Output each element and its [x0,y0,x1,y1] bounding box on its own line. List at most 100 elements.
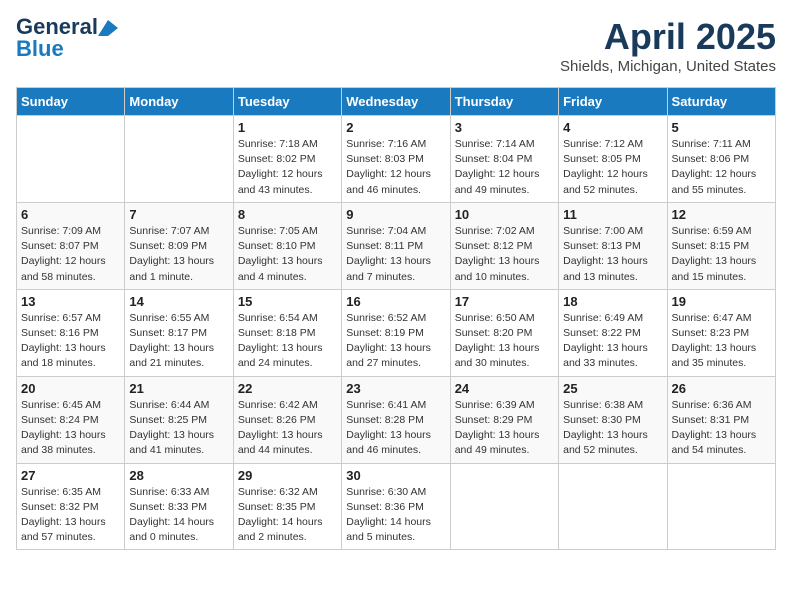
calendar-cell: 11Sunrise: 7:00 AM Sunset: 8:13 PM Dayli… [559,202,667,289]
calendar-cell: 26Sunrise: 6:36 AM Sunset: 8:31 PM Dayli… [667,376,775,463]
day-detail: Sunrise: 6:49 AM Sunset: 8:22 PM Dayligh… [563,312,648,370]
calendar-cell [559,463,667,550]
day-number: 6 [21,207,120,222]
day-of-week-tuesday: Tuesday [233,88,341,116]
calendar-week-2: 6 Sunrise: 7:09 AM Sunset: 8:07 PM Daylig… [17,202,776,289]
day-number: 3 [455,120,554,135]
day-number: 16 [346,294,445,309]
day-detail: Sunrise: 6:39 AM Sunset: 8:29 PM Dayligh… [455,399,540,457]
day-number: 15 [238,294,337,309]
day-detail: Sunrise: 6:59 AM Sunset: 8:15 PM Dayligh… [672,225,757,283]
calendar-cell: 12 Sunrise: 6:59 AM Sunset: 8:15 PM Dayli… [667,202,775,289]
title-block: April 2025 Shields, Michigan, United Sta… [560,16,776,75]
day-number: 1 [238,120,337,135]
calendar-cell: 17 Sunrise: 6:50 AM Sunset: 8:20 PM Dayli… [450,289,558,376]
calendar-cell: 28Sunrise: 6:33 AM Sunset: 8:33 PM Dayli… [125,463,233,550]
location-subtitle: Shields, Michigan, United States [560,58,776,75]
day-number: 9 [346,207,445,222]
day-number: 28 [129,468,228,483]
calendar-table: SundayMondayTuesdayWednesdayThursdayFrid… [16,87,776,550]
calendar-cell [125,116,233,203]
calendar-cell: 24 Sunrise: 6:39 AM Sunset: 8:29 PM Dayli… [450,376,558,463]
logo-icon [98,20,118,36]
calendar-cell: 15 Sunrise: 6:54 AM Sunset: 8:18 PM Dayli… [233,289,341,376]
day-number: 30 [346,468,445,483]
day-number: 2 [346,120,445,135]
day-detail: Sunrise: 6:47 AM Sunset: 8:23 PM Dayligh… [672,312,757,370]
day-detail: Sunrise: 6:54 AM Sunset: 8:18 PM Dayligh… [238,312,323,370]
calendar-cell: 29Sunrise: 6:32 AM Sunset: 8:35 PM Dayli… [233,463,341,550]
day-detail: Sunrise: 7:02 AM Sunset: 8:12 PM Dayligh… [455,225,540,283]
month-year-title: April 2025 [560,16,776,58]
calendar-cell: 27 Sunrise: 6:35 AM Sunset: 8:32 PM Dayli… [17,463,125,550]
day-detail: Sunrise: 6:57 AM Sunset: 8:16 PM Dayligh… [21,312,106,370]
day-number: 12 [672,207,771,222]
calendar-cell: 10Sunrise: 7:02 AM Sunset: 8:12 PM Dayli… [450,202,558,289]
calendar-week-5: 27 Sunrise: 6:35 AM Sunset: 8:32 PM Dayli… [17,463,776,550]
calendar-cell: 18 Sunrise: 6:49 AM Sunset: 8:22 PM Dayli… [559,289,667,376]
calendar-cell: 30 Sunrise: 6:30 AM Sunset: 8:36 PM Dayli… [342,463,450,550]
day-number: 23 [346,381,445,396]
day-detail: Sunrise: 7:14 AM Sunset: 8:04 PM Dayligh… [455,138,540,196]
day-number: 5 [672,120,771,135]
day-number: 11 [563,207,662,222]
day-number: 18 [563,294,662,309]
day-number: 4 [563,120,662,135]
day-detail: Sunrise: 6:55 AM Sunset: 8:17 PM Dayligh… [129,312,214,370]
logo-blue-text: Blue [16,38,64,60]
calendar-cell [17,116,125,203]
day-detail: Sunrise: 6:50 AM Sunset: 8:20 PM Dayligh… [455,312,540,370]
calendar-cell: 2 Sunrise: 7:16 AM Sunset: 8:03 PM Daylig… [342,116,450,203]
day-detail: Sunrise: 6:38 AM Sunset: 8:30 PM Dayligh… [563,399,648,457]
calendar-cell: 5Sunrise: 7:11 AM Sunset: 8:06 PM Daylig… [667,116,775,203]
day-number: 13 [21,294,120,309]
calendar-cell [667,463,775,550]
logo-text: General [16,16,118,38]
day-number: 25 [563,381,662,396]
day-of-week-thursday: Thursday [450,88,558,116]
day-number: 22 [238,381,337,396]
calendar-week-1: 1 Sunrise: 7:18 AM Sunset: 8:02 PM Daylig… [17,116,776,203]
day-detail: Sunrise: 6:36 AM Sunset: 8:31 PM Dayligh… [672,399,757,457]
day-number: 24 [455,381,554,396]
calendar-cell [450,463,558,550]
calendar-cell: 14 Sunrise: 6:55 AM Sunset: 8:17 PM Dayli… [125,289,233,376]
calendar-header: SundayMondayTuesdayWednesdayThursdayFrid… [17,88,776,116]
day-detail: Sunrise: 7:05 AM Sunset: 8:10 PM Dayligh… [238,225,323,283]
calendar-cell: 4 Sunrise: 7:12 AM Sunset: 8:05 PM Daylig… [559,116,667,203]
days-of-week-row: SundayMondayTuesdayWednesdayThursdayFrid… [17,88,776,116]
day-detail: Sunrise: 7:04 AM Sunset: 8:11 PM Dayligh… [346,225,431,283]
day-of-week-saturday: Saturday [667,88,775,116]
calendar-week-4: 20Sunrise: 6:45 AM Sunset: 8:24 PM Dayli… [17,376,776,463]
day-detail: Sunrise: 7:09 AM Sunset: 8:07 PM Dayligh… [21,225,106,283]
day-of-week-wednesday: Wednesday [342,88,450,116]
day-detail: Sunrise: 7:16 AM Sunset: 8:03 PM Dayligh… [346,138,431,196]
day-number: 27 [21,468,120,483]
calendar-cell: 16Sunrise: 6:52 AM Sunset: 8:19 PM Dayli… [342,289,450,376]
day-detail: Sunrise: 7:07 AM Sunset: 8:09 PM Dayligh… [129,225,214,283]
calendar-cell: 19 Sunrise: 6:47 AM Sunset: 8:23 PM Dayli… [667,289,775,376]
day-number: 17 [455,294,554,309]
calendar-cell: 7 Sunrise: 7:07 AM Sunset: 8:09 PM Daylig… [125,202,233,289]
day-of-week-monday: Monday [125,88,233,116]
day-detail: Sunrise: 6:45 AM Sunset: 8:24 PM Dayligh… [21,399,106,457]
calendar-cell: 21Sunrise: 6:44 AM Sunset: 8:25 PM Dayli… [125,376,233,463]
day-number: 29 [238,468,337,483]
day-number: 14 [129,294,228,309]
day-number: 7 [129,207,228,222]
day-detail: Sunrise: 7:18 AM Sunset: 8:02 PM Dayligh… [238,138,323,196]
day-number: 19 [672,294,771,309]
calendar-cell: 25 Sunrise: 6:38 AM Sunset: 8:30 PM Dayli… [559,376,667,463]
day-detail: Sunrise: 6:30 AM Sunset: 8:36 PM Dayligh… [346,486,431,544]
calendar-cell: 9 Sunrise: 7:04 AM Sunset: 8:11 PM Daylig… [342,202,450,289]
calendar-cell: 13 Sunrise: 6:57 AM Sunset: 8:16 PM Dayli… [17,289,125,376]
page-header: General Blue April 2025 Shields, Michiga… [16,16,776,75]
day-detail: Sunrise: 7:12 AM Sunset: 8:05 PM Dayligh… [563,138,648,196]
day-detail: Sunrise: 6:42 AM Sunset: 8:26 PM Dayligh… [238,399,323,457]
day-detail: Sunrise: 6:35 AM Sunset: 8:32 PM Dayligh… [21,486,106,544]
calendar-cell: 8 Sunrise: 7:05 AM Sunset: 8:10 PM Daylig… [233,202,341,289]
day-of-week-sunday: Sunday [17,88,125,116]
calendar-cell: 22 Sunrise: 6:42 AM Sunset: 8:26 PM Dayli… [233,376,341,463]
day-detail: Sunrise: 6:44 AM Sunset: 8:25 PM Dayligh… [129,399,214,457]
day-number: 8 [238,207,337,222]
